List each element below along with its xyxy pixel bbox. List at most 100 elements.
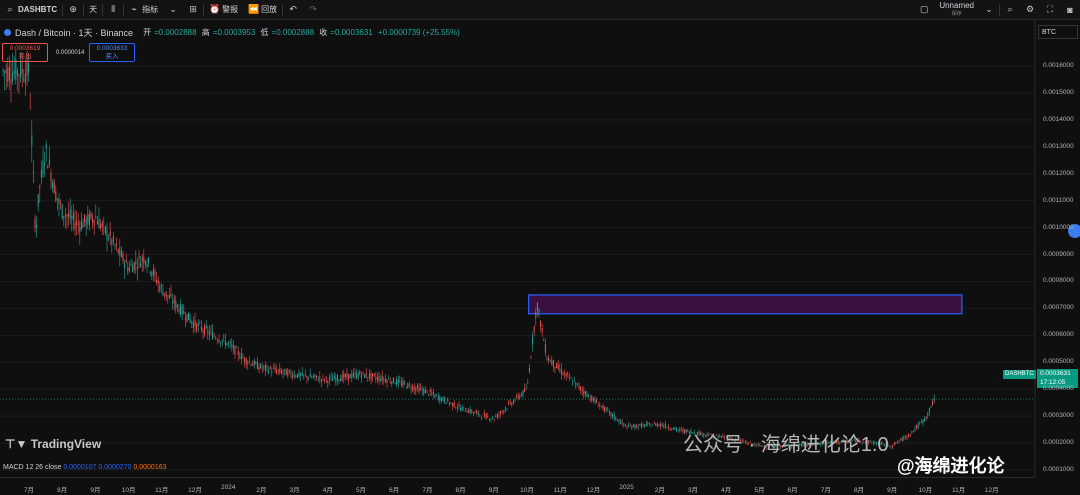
candle-body bbox=[61, 204, 63, 219]
candle-body bbox=[469, 408, 471, 413]
candle-body bbox=[584, 390, 586, 395]
candle-body bbox=[607, 409, 609, 411]
candle-body bbox=[271, 371, 273, 373]
candle-body bbox=[378, 376, 380, 381]
candle-body bbox=[471, 410, 473, 413]
candle-body bbox=[85, 218, 87, 227]
candle-body bbox=[517, 395, 519, 399]
candle-body bbox=[28, 62, 30, 73]
candle-body bbox=[933, 397, 935, 400]
time-axis[interactable]: 7月 8月 9月 10月 11月 12月 2024 2月 3月 4月 5月 6月 7月 8月 9月 10月 11… bbox=[0, 477, 1035, 495]
candle-body bbox=[504, 408, 506, 410]
candle-body bbox=[255, 361, 257, 364]
candle-body bbox=[365, 373, 367, 378]
candle-body bbox=[362, 371, 364, 373]
candle-body bbox=[604, 407, 606, 412]
candle-body bbox=[664, 424, 666, 428]
candle-body bbox=[554, 367, 556, 369]
y-tick-label: 0.0003000 bbox=[1043, 412, 1074, 420]
candle-body bbox=[63, 216, 65, 219]
candle-body bbox=[221, 339, 223, 342]
candle-body bbox=[53, 181, 55, 194]
x-tick-label: 8月 bbox=[853, 487, 865, 494]
candle-body bbox=[199, 322, 201, 324]
candle-body bbox=[930, 407, 932, 408]
price-chart[interactable] bbox=[0, 0, 1080, 494]
candle-body bbox=[44, 163, 46, 166]
candle-body bbox=[98, 218, 100, 229]
macd-value-3: 0.0000163 bbox=[133, 464, 167, 471]
x-tick-label: 12月 bbox=[984, 487, 999, 494]
x-tick-label: 11月 bbox=[553, 487, 567, 494]
candle-body bbox=[308, 377, 310, 379]
candle-body bbox=[924, 418, 926, 422]
candle-body bbox=[210, 330, 212, 332]
candle-body bbox=[324, 379, 326, 382]
candle-body bbox=[290, 372, 292, 376]
candle-body bbox=[631, 427, 633, 429]
candle-body bbox=[908, 434, 910, 437]
candle-body bbox=[912, 430, 914, 432]
candle-body bbox=[56, 198, 58, 200]
candle-body bbox=[234, 345, 236, 355]
change-value: +0.0000739 (+25.55%) bbox=[378, 28, 460, 37]
candle-body bbox=[540, 321, 542, 327]
candle-body bbox=[487, 416, 489, 417]
candle-body bbox=[231, 344, 233, 347]
candle-body bbox=[898, 441, 900, 442]
candle-body bbox=[172, 302, 174, 304]
buy-label: 买入 bbox=[105, 53, 119, 60]
candle-body bbox=[354, 373, 356, 374]
currency-selector[interactable]: BTC bbox=[1038, 25, 1078, 39]
candle-body bbox=[58, 198, 60, 204]
candle-body bbox=[384, 379, 386, 382]
candle-body bbox=[164, 293, 166, 296]
candle-body bbox=[892, 445, 894, 447]
candle-body bbox=[639, 424, 641, 425]
candle-body bbox=[196, 323, 198, 331]
brand-label: TradingView bbox=[30, 437, 102, 451]
candle-body bbox=[15, 58, 17, 80]
candle-body bbox=[372, 373, 374, 378]
candle-body bbox=[226, 342, 228, 346]
high-label: 高 bbox=[201, 28, 210, 37]
candle-body bbox=[319, 376, 321, 379]
candle-body bbox=[154, 271, 156, 275]
candle-body bbox=[119, 247, 121, 256]
candle-body bbox=[48, 159, 50, 166]
candle-body bbox=[332, 378, 334, 381]
buy-button[interactable]: 0.0003633 买入 bbox=[89, 43, 135, 62]
candle-body bbox=[228, 342, 230, 343]
candle-body bbox=[464, 411, 466, 412]
candle-body bbox=[455, 407, 457, 409]
candle-body bbox=[605, 408, 607, 410]
candle-body bbox=[4, 71, 6, 73]
candle-body bbox=[460, 408, 462, 411]
candle-body bbox=[124, 263, 126, 268]
candle-body bbox=[300, 373, 302, 376]
candle-body bbox=[213, 335, 215, 337]
wechat-watermark: 公众号 · 海绵进化论1.0 bbox=[683, 434, 889, 456]
candle-body bbox=[52, 182, 54, 189]
candle-body bbox=[116, 243, 118, 245]
candle-body bbox=[79, 226, 81, 232]
tradingview-logo[interactable]: ⊤▼ TradingView bbox=[5, 437, 101, 451]
sell-button[interactable]: 0.0003619 卖出 bbox=[2, 43, 48, 62]
candle-body bbox=[360, 375, 362, 379]
candle-body bbox=[496, 414, 498, 418]
candle-body bbox=[268, 370, 270, 373]
candle-body bbox=[303, 374, 305, 375]
candle-body bbox=[914, 428, 916, 431]
candle-body bbox=[493, 419, 495, 420]
candle-body bbox=[488, 419, 490, 421]
candle-body bbox=[525, 388, 527, 389]
candle-body bbox=[252, 364, 254, 366]
candle-body bbox=[677, 429, 679, 431]
candle-body bbox=[632, 424, 634, 428]
candle-body bbox=[13, 70, 15, 74]
candle-body bbox=[903, 436, 905, 440]
candle-body bbox=[418, 387, 420, 393]
candle-body bbox=[176, 304, 178, 308]
candle-body bbox=[634, 425, 636, 428]
candle-body bbox=[175, 300, 177, 309]
